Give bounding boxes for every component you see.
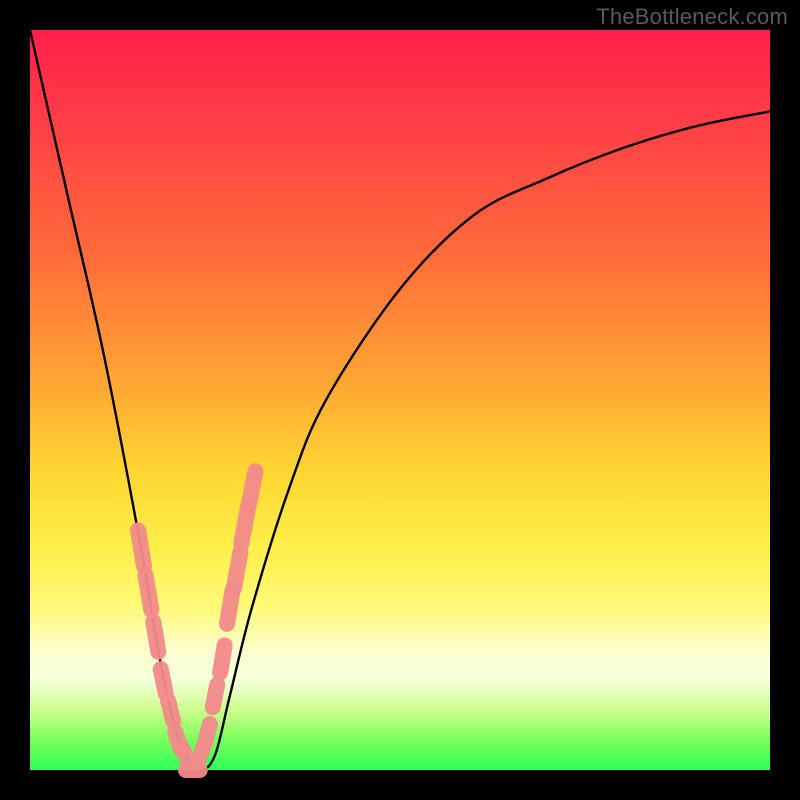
marker-segment (161, 669, 166, 693)
marker-segment (248, 471, 255, 506)
plot-area (30, 30, 770, 770)
marker-segment (205, 724, 209, 742)
marker-segment (213, 685, 218, 708)
marker-segment (234, 552, 240, 587)
marker-segment (182, 748, 189, 762)
chart-frame: TheBottleneck.com (0, 0, 800, 800)
marker-segment (153, 622, 158, 652)
marker-segment (168, 701, 173, 722)
marker-segment (220, 645, 225, 672)
watermark-text: TheBottleneck.com (596, 4, 788, 30)
marker-segment (197, 748, 203, 763)
marker-cluster (138, 471, 255, 770)
marker-segment (145, 575, 151, 610)
marker-segment (138, 530, 144, 566)
chart-svg (30, 30, 770, 770)
curve-line (30, 30, 770, 770)
bottleneck-curve (30, 30, 770, 770)
